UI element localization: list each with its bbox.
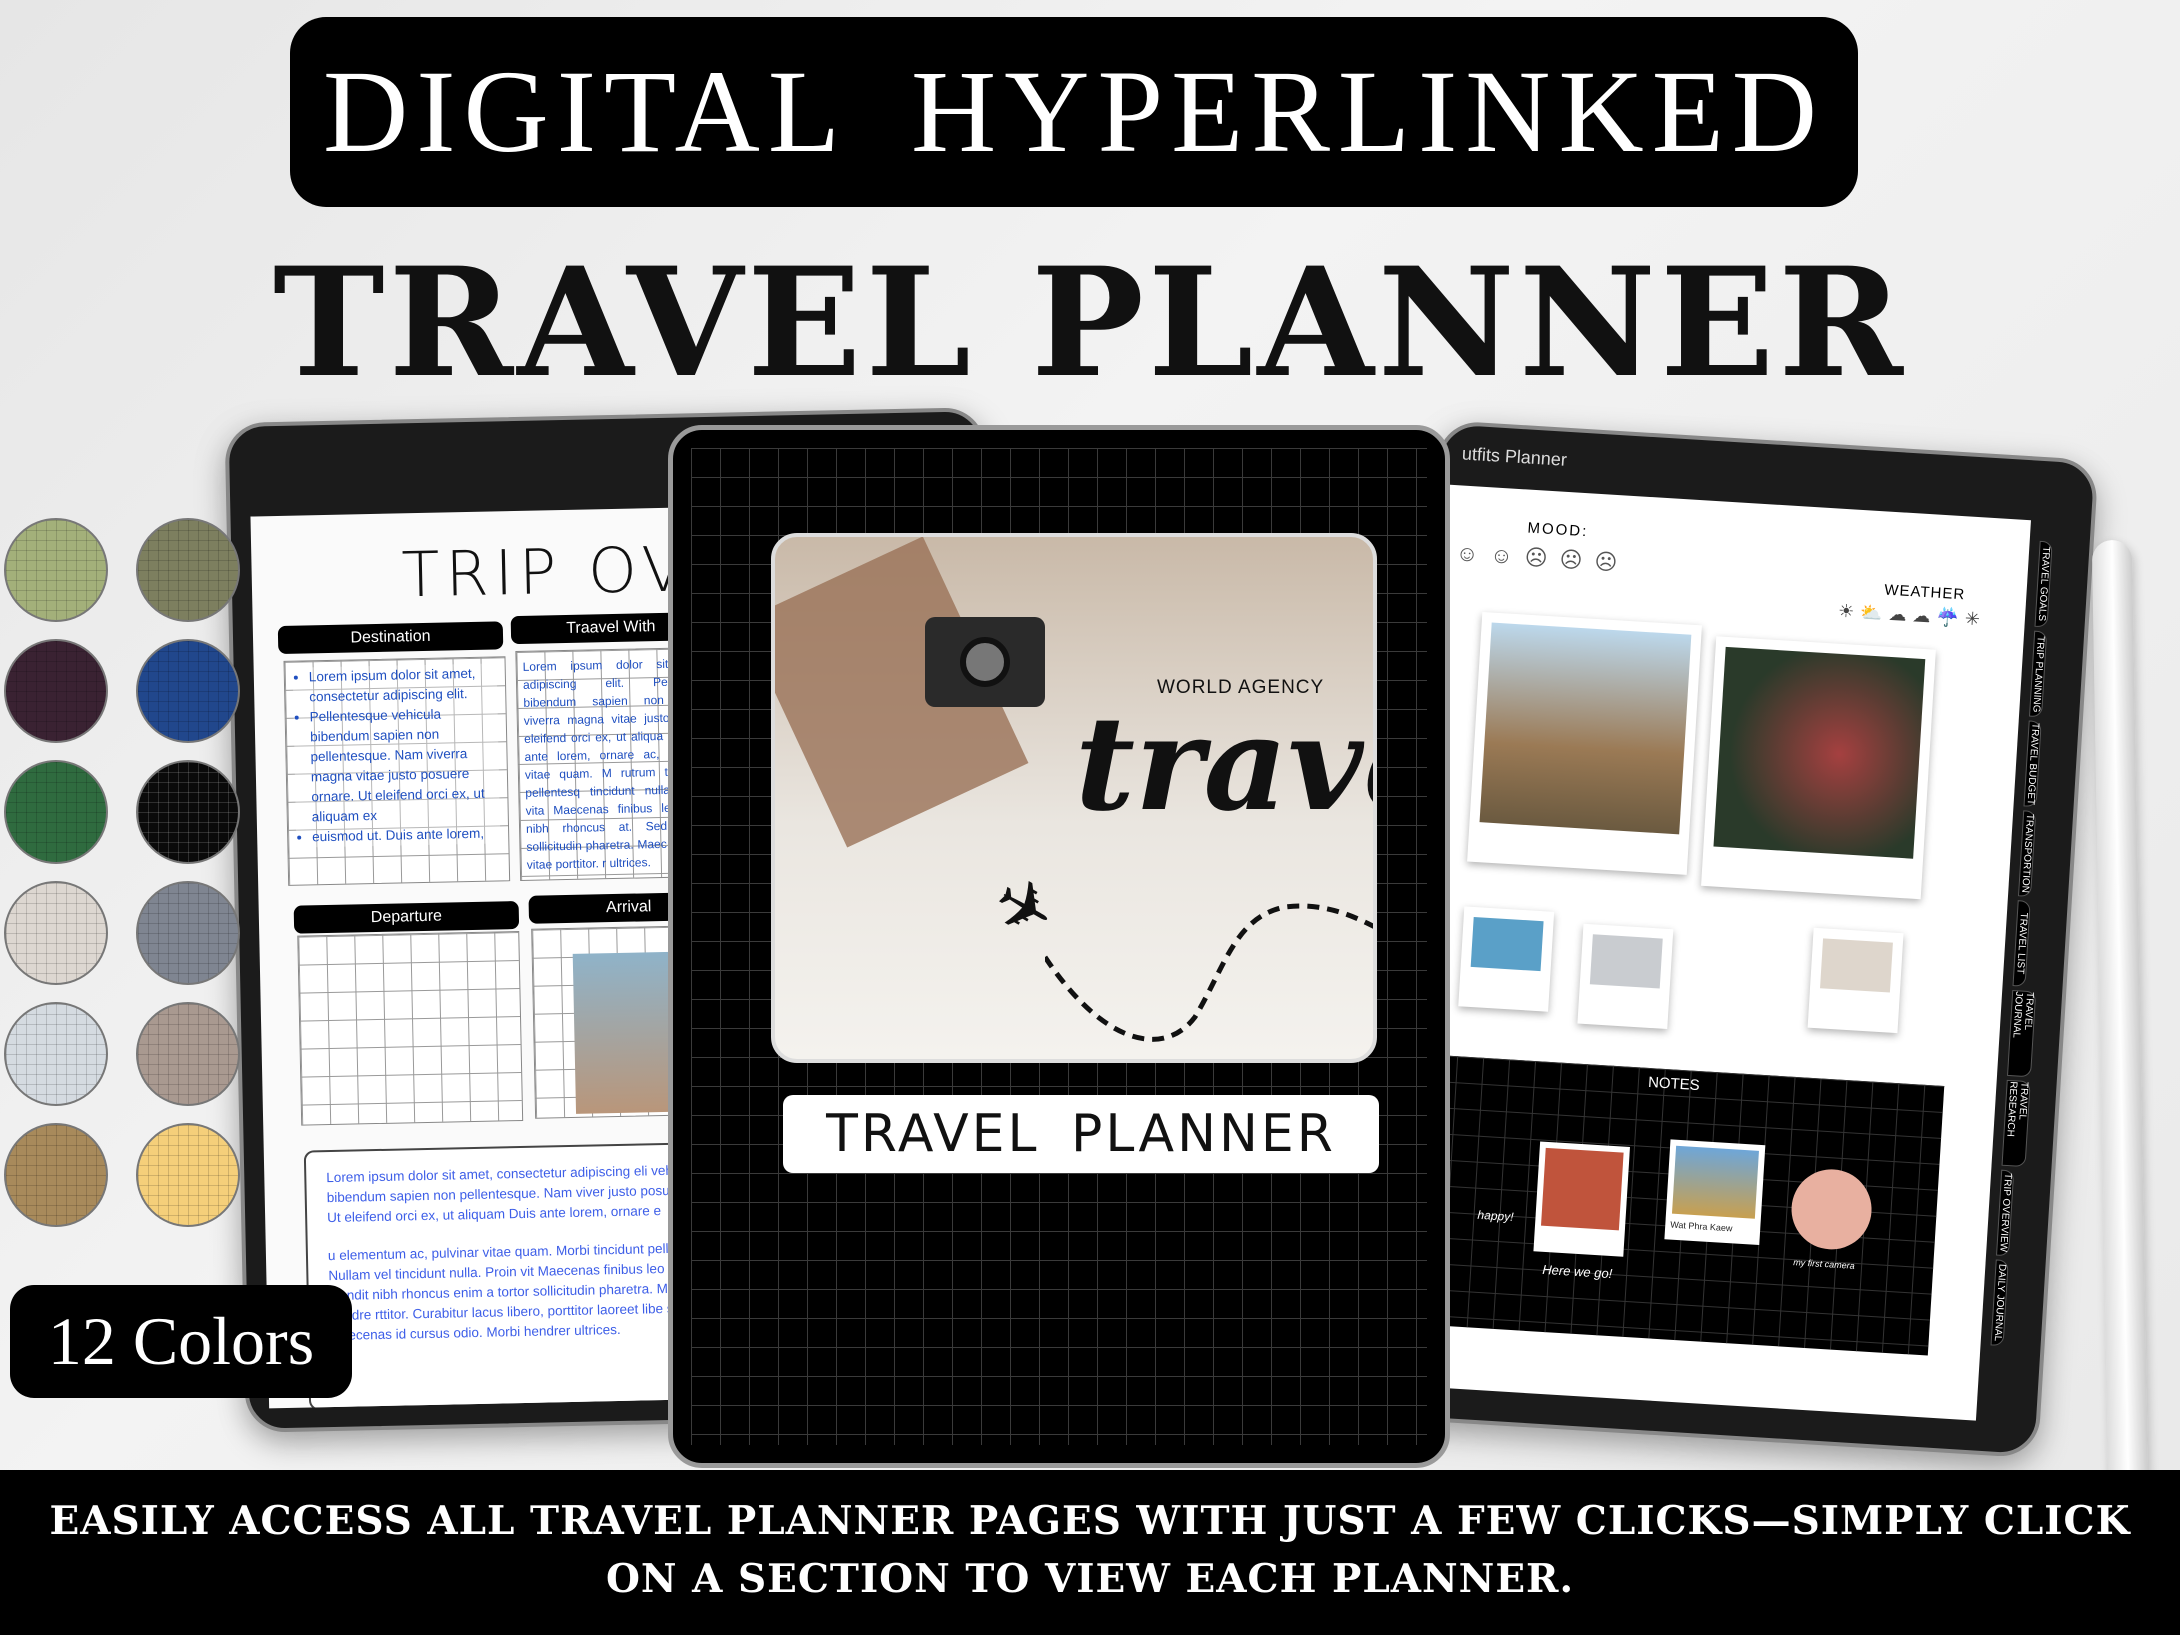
tab-trip-planning[interactable]: TRIP PLANNING bbox=[2028, 630, 2048, 718]
swatch-beige[interactable] bbox=[4, 881, 108, 985]
outfit-photo bbox=[1458, 906, 1555, 1012]
mood-label: MOOD: bbox=[1527, 519, 1589, 541]
footer-line: EASILY ACCESS ALL TRAVEL PLANNER PAGES W… bbox=[49, 1498, 2131, 1544]
temple-photo bbox=[1467, 611, 1702, 875]
swatch-light-blue[interactable] bbox=[4, 1002, 108, 1106]
departure-header: Departure bbox=[293, 901, 520, 934]
color-swatches bbox=[4, 518, 240, 1227]
sticker-text: my first camera bbox=[1792, 1257, 1855, 1271]
rain-icon[interactable]: ☔ bbox=[1936, 607, 1966, 629]
tab-transportation[interactable]: TRANSPORTION bbox=[2018, 810, 2037, 897]
cloud-icon[interactable]: ☁ bbox=[1888, 604, 1913, 625]
footer-line: ON A SECTION TO VIEW EACH PLANNER. bbox=[605, 1556, 1575, 1602]
camera-girl-sticker bbox=[1789, 1167, 1874, 1252]
colors-badge: 12 Colors bbox=[10, 1285, 352, 1398]
mood-icon[interactable]: ☹ bbox=[1524, 544, 1560, 571]
notes-label: NOTES bbox=[1647, 1073, 1701, 1095]
shoes-photo bbox=[1577, 923, 1674, 1030]
headline-banner: DIGITAL HYPERLINKED bbox=[290, 17, 1858, 207]
swatch-navy[interactable] bbox=[136, 639, 240, 743]
bullet: Lorem ipsum dolor sit amet, consectetur … bbox=[309, 663, 498, 707]
snow-icon[interactable]: ✳ bbox=[1964, 608, 1986, 629]
partly-cloudy-icon[interactable]: ⛅ bbox=[1860, 602, 1890, 624]
windy-icon[interactable]: ☁ bbox=[1912, 605, 1937, 626]
cover-title: TRAVEL PLANNER bbox=[783, 1095, 1379, 1173]
tab-travel-goals[interactable]: TRAVEL GOALS bbox=[2034, 540, 2053, 628]
tab-travel-research[interactable]: TRAVEL RESEARCH bbox=[2001, 1079, 2031, 1168]
sun-icon[interactable]: ☀ bbox=[1837, 601, 1860, 622]
swatch-sage[interactable] bbox=[4, 518, 108, 622]
footer-banner: EASILY ACCESS ALL TRAVEL PLANNER PAGES W… bbox=[0, 1470, 2180, 1635]
tab-travel-list[interactable]: TRAVEL LIST bbox=[2012, 900, 2031, 987]
main-title: TRAVEL PLANNER bbox=[272, 235, 1907, 411]
destination-box: Lorem ipsum dolor sit amet, consectetur … bbox=[283, 656, 511, 886]
swatch-plum[interactable] bbox=[4, 639, 108, 743]
accessories-photo bbox=[1807, 927, 1904, 1034]
dashed-flight-path bbox=[1045, 903, 1373, 1042]
headline-text: DIGITAL HYPERLINKED bbox=[322, 46, 1825, 177]
stylus-pencil bbox=[2091, 539, 2149, 1481]
departure-box bbox=[297, 931, 524, 1126]
notes-board: NOTES happy! Here we go! Wat Phra Kaew m… bbox=[1388, 1053, 1945, 1356]
travel-script-logo: travel bbox=[1075, 687, 1373, 840]
swatch-green[interactable] bbox=[4, 760, 108, 864]
mood-icon[interactable]: ☹ bbox=[1559, 547, 1595, 574]
bullet: Pellentesque vehicula bibendum sapien no… bbox=[309, 703, 499, 827]
swatch-taupe[interactable] bbox=[136, 1002, 240, 1106]
sticker-text: Here we go! bbox=[1541, 1261, 1613, 1282]
sticker-photo bbox=[1533, 1141, 1630, 1257]
swatch-olive[interactable] bbox=[136, 518, 240, 622]
outfits-planner-page: MOOD: ☺☺☹☹☹ WEATHER ☀⛅☁☁☔✳ NOTES happy! … bbox=[1385, 484, 2031, 1421]
mood-icon[interactable]: ☺ bbox=[1490, 542, 1526, 569]
mood-icon[interactable]: ☺ bbox=[1455, 540, 1491, 567]
swatch-yellow[interactable] bbox=[136, 1123, 240, 1227]
swatch-black[interactable] bbox=[136, 760, 240, 864]
mood-icon[interactable]: ☹ bbox=[1594, 549, 1630, 576]
tab-trip-overview[interactable]: TRIP OVERVIEW bbox=[1996, 1169, 2015, 1257]
party-photo bbox=[1701, 636, 1936, 900]
tab-daily-journal[interactable]: DAILY JOURNAL bbox=[1990, 1259, 2009, 1347]
swatch-slate[interactable] bbox=[136, 881, 240, 985]
page-title: utfits Planner bbox=[1461, 443, 1568, 470]
tab-travel-budget[interactable]: TRAVEL BUDGET bbox=[2023, 720, 2042, 808]
weather-label: WEATHER bbox=[1883, 581, 1966, 604]
sticker-text: happy! bbox=[1477, 1207, 1514, 1224]
weather-icons[interactable]: ☀⛅☁☁☔✳ bbox=[1837, 601, 1986, 631]
cover-image: WORLD AGENCY travel ✈ bbox=[771, 533, 1377, 1063]
right-tablet: utfits Planner MOOD: ☺☺☹☹☹ WEATHER ☀⛅☁☁☔… bbox=[1378, 420, 2099, 1459]
swatch-tan[interactable] bbox=[4, 1123, 108, 1227]
destination-header: Destination bbox=[277, 621, 504, 654]
bullet: euismod ut. Duis ante lorem, bbox=[312, 823, 500, 847]
center-tablet: WORLD AGENCY travel ✈ TRAVEL PLANNER bbox=[668, 425, 1450, 1468]
camera-illustration bbox=[925, 617, 1045, 707]
tab-travel-journal[interactable]: TRAVEL JOURNAL bbox=[2007, 989, 2037, 1078]
mood-icons[interactable]: ☺☺☹☹☹ bbox=[1455, 540, 1630, 577]
